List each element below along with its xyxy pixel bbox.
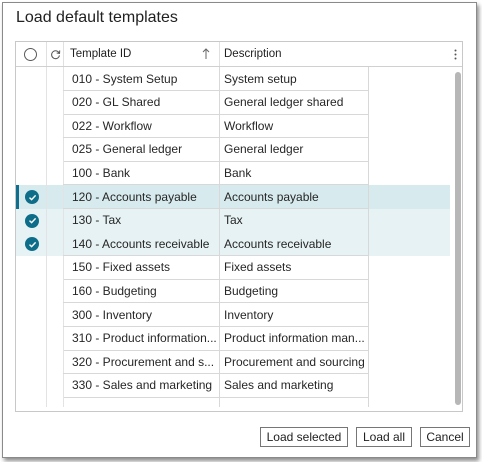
column-label-template-id: Template ID (70, 48, 132, 60)
table-row[interactable]: 020 - GL Shared General ledger shared (16, 90, 462, 115)
template-id-cell[interactable]: 310 - Product information... (72, 327, 217, 350)
templates-grid: Template ID Description 010 - System Set… (15, 41, 463, 412)
radio-circle-icon (24, 47, 37, 61)
row-select-checkbox[interactable] (16, 350, 46, 374)
column-label-description: Description (224, 48, 282, 60)
table-row[interactable]: 300 - Inventory Inventory (16, 303, 462, 327)
table-row[interactable]: 022 - Workflow Workflow (16, 114, 462, 139)
template-id-cell[interactable]: 160 - Budgeting (72, 279, 217, 302)
description-cell[interactable]: Procurement and sourcing (224, 350, 367, 373)
load-default-templates-dialog: Load default templates Template ID Descr… (2, 2, 477, 458)
description-cell[interactable]: General ledger (224, 138, 367, 161)
table-row[interactable]: 320 - Procurement and s... Procurement an… (16, 350, 462, 375)
template-id-cell[interactable]: 020 - GL Shared (72, 91, 217, 114)
template-id-cell[interactable]: 022 - Workflow (72, 114, 217, 137)
row-select-checkbox[interactable] (16, 91, 46, 115)
load-selected-button[interactable]: Load selected (260, 427, 348, 447)
table-row[interactable]: 140 - Accounts receivable Accounts receiv… (16, 232, 462, 257)
description-cell[interactable]: General ledger shared (224, 91, 367, 114)
table-row[interactable]: 130 - Tax Tax (16, 208, 462, 233)
template-id-cell[interactable]: 010 - System Setup (72, 67, 217, 90)
check-circle-icon[interactable] (25, 190, 39, 204)
sort-up-arrow-icon (202, 48, 210, 59)
template-id-cell[interactable]: 300 - Inventory (72, 303, 217, 326)
row-select-checkbox[interactable] (16, 374, 46, 398)
current-row-marker (16, 185, 19, 209)
template-id-cell[interactable]: 120 - Accounts payable (72, 185, 217, 208)
table-row[interactable]: 010 - System Setup System setup (16, 67, 462, 91)
row-select-checkbox[interactable] (16, 161, 46, 185)
template-id-cell[interactable]: 130 - Tax (72, 209, 217, 232)
grid-header: Template ID Description (16, 42, 462, 67)
scrollbar-thumb[interactable] (455, 72, 461, 405)
row-select-checkbox[interactable] (16, 138, 46, 162)
description-cell[interactable]: Budgeting (224, 279, 367, 302)
template-id-cell[interactable]: 150 - Fixed assets (72, 256, 217, 279)
select-all-checkbox[interactable] (24, 42, 37, 66)
description-cell[interactable]: Fixed assets (224, 256, 367, 279)
description-cell[interactable]: Inventory (224, 303, 367, 326)
description-cell[interactable]: Workflow (224, 114, 367, 137)
table-row-partial (16, 397, 462, 408)
table-row[interactable]: 330 - Sales and marketing Sales and marke… (16, 373, 462, 398)
template-id-cell[interactable]: 100 - Bank (72, 161, 217, 184)
template-id-cell[interactable]: 330 - Sales and marketing (72, 374, 217, 397)
table-row[interactable]: 100 - Bank Bank (16, 161, 462, 186)
description-cell[interactable]: Product information man... (224, 327, 367, 350)
description-cell[interactable]: Accounts payable (224, 185, 367, 208)
vertical-ellipsis-icon (454, 49, 456, 59)
load-all-button[interactable]: Load all (356, 427, 412, 447)
row-select-checkbox[interactable] (16, 114, 46, 138)
row-select-checkbox[interactable] (16, 67, 46, 91)
description-cell[interactable]: Accounts receivable (224, 232, 367, 255)
description-cell[interactable]: Bank (224, 161, 367, 184)
template-id-cell[interactable]: 320 - Procurement and s... (72, 350, 217, 373)
column-header-template-id[interactable]: Template ID (70, 42, 220, 66)
table-row[interactable]: 310 - Product information... Product info… (16, 326, 462, 351)
description-cell[interactable]: System setup (224, 67, 367, 90)
refresh-button[interactable] (50, 42, 61, 66)
column-options-button[interactable] (452, 42, 458, 66)
cancel-button[interactable]: Cancel (420, 427, 470, 447)
row-select-checkbox[interactable] (16, 279, 46, 303)
template-id-cell[interactable]: 025 - General ledger (72, 138, 217, 161)
row-select-checkbox[interactable] (16, 256, 46, 280)
row-select-checkbox[interactable] (16, 327, 46, 351)
table-row[interactable]: 150 - Fixed assets Fixed assets (16, 255, 462, 280)
description-cell[interactable]: Sales and marketing (224, 374, 367, 397)
column-header-description[interactable]: Description (224, 42, 282, 66)
table-row[interactable]: 160 - Budgeting Budgeting (16, 279, 462, 304)
refresh-icon (51, 49, 61, 59)
table-row[interactable]: 025 - General ledger General ledger (16, 137, 462, 162)
table-row[interactable]: 120 - Accounts payable Accounts payable (16, 185, 462, 209)
description-cell[interactable]: Tax (224, 209, 367, 232)
dialog-title: Load default templates (16, 9, 178, 26)
row-select-checkbox[interactable] (16, 303, 46, 327)
check-circle-icon[interactable] (25, 213, 39, 228)
template-id-cell[interactable]: 140 - Accounts receivable (72, 232, 217, 255)
